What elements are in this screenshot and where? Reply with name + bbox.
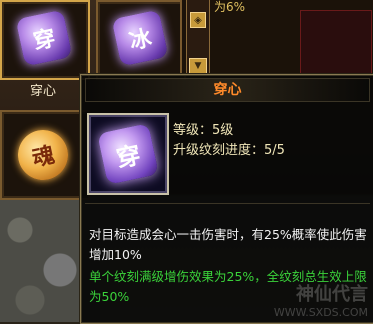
watermark-url: WWW.SXDS.COM [273,306,368,319]
rune-progress: 升级纹刻进度：5/5 [173,143,285,158]
rune-slot-3[interactable]: 魂 [0,110,90,200]
tooltip-title: 穿心 [213,82,242,98]
rune-level: 等级：5级 [173,123,234,138]
top-stat-text: 为6% [214,0,246,14]
rune-icon-2: 冰 [111,9,169,67]
rune-slot-chuanxin[interactable]: 穿 [0,0,90,80]
tooltip-divider [85,203,370,204]
scroll-thumb-icon[interactable]: ◈ [190,12,206,28]
tooltip-icon-frame: 穿 [87,113,169,195]
rune-icon-3: 魂 [13,125,73,185]
watermark-text: 神仙代言 [296,284,368,305]
rune-slot-2[interactable]: 冰 [96,0,186,80]
slot-1-label: 穿心 [29,84,56,99]
watermark: 神仙代言 WWW.SXDS.COM [274,280,368,319]
rune-description: 对目标造成会心一击伤害时，有25%概率使此伤害增加10% [89,227,367,262]
side-panel [300,10,372,74]
rune-tooltip: 穿心 穿 等级：5级 升级纹刻进度：5/5 对目标造成会心一击伤害时，有25%概… [80,74,373,324]
scroll-down-icon[interactable]: ▼ [189,58,207,74]
scrollbar[interactable]: ◈ ▼ [186,0,210,76]
rune-icon: 穿 [97,123,159,185]
rune-icon-chuanxin: 穿 [15,9,73,67]
